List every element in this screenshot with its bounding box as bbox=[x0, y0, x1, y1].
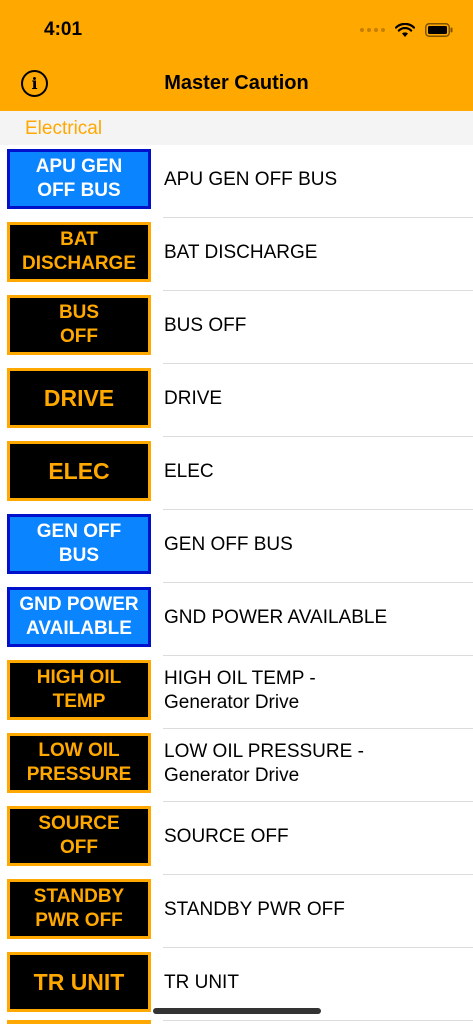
caution-label: BUS OFF bbox=[164, 315, 247, 336]
section-header: Electrical bbox=[0, 111, 473, 145]
caution-label: HIGH OIL TEMP - Generator Drive bbox=[164, 668, 316, 713]
caution-badge: LOW OIL PRESSURE bbox=[7, 733, 151, 793]
caution-badge: HIGH OIL TEMP bbox=[7, 660, 151, 720]
list-item[interactable]: GEN OFF BUS GEN OFF BUS bbox=[0, 510, 473, 583]
list-item[interactable]: HIGH OIL TEMP HIGH OIL TEMP - Generator … bbox=[0, 656, 473, 729]
section-title: Electrical bbox=[25, 118, 103, 139]
caution-badge: SOURCE OFF bbox=[7, 806, 151, 866]
caution-badge: GEN OFF BUS bbox=[7, 514, 151, 574]
caution-label: GEN OFF BUS bbox=[164, 534, 293, 555]
list-item[interactable]: STANDBY PWR OFF STANDBY PWR OFF bbox=[0, 875, 473, 948]
list-item[interactable]: SOURCE OFF SOURCE OFF bbox=[0, 802, 473, 875]
caution-badge: TR UNIT bbox=[7, 952, 151, 1012]
caution-label: GND POWER AVAILABLE bbox=[164, 607, 388, 628]
caution-badge: APU GEN OFF BUS bbox=[7, 149, 151, 209]
caution-label: BAT DISCHARGE bbox=[164, 242, 318, 263]
status-time: 4:01 bbox=[44, 19, 83, 40]
cellular-signal-icon bbox=[360, 28, 385, 32]
list-item[interactable]: DRIVE DRIVE bbox=[0, 364, 473, 437]
caution-badge: GND POWER AVAILABLE bbox=[7, 587, 151, 647]
caution-label: APU GEN OFF BUS bbox=[164, 169, 338, 190]
caution-badge: BUS OFF bbox=[7, 295, 151, 355]
caution-badge: DRIVE bbox=[7, 368, 151, 428]
caution-label: STANDBY PWR OFF bbox=[164, 899, 345, 920]
list-item[interactable]: BAT DISCHARGE BAT DISCHARGE bbox=[0, 218, 473, 291]
list-item[interactable]: GND POWER AVAILABLE GND POWER AVAILABLE bbox=[0, 583, 473, 656]
battery-icon bbox=[425, 23, 453, 37]
caution-label: DRIVE bbox=[164, 388, 223, 409]
page-title: Master Caution bbox=[164, 72, 309, 94]
list-item[interactable]: BUS OFF BUS OFF bbox=[0, 291, 473, 364]
caution-badge: BAT DISCHARGE bbox=[7, 222, 151, 282]
caution-badge: ELEC bbox=[7, 441, 151, 501]
caution-label: LOW OIL PRESSURE - Generator Drive bbox=[164, 741, 364, 786]
navigation-bar: 4:01 i Master Caution bbox=[0, 0, 473, 111]
wifi-icon bbox=[395, 22, 415, 37]
next-badge-peek bbox=[7, 1020, 151, 1024]
caution-badge: STANDBY PWR OFF bbox=[7, 879, 151, 939]
caution-label: SOURCE OFF bbox=[164, 826, 289, 847]
list-item[interactable]: APU GEN OFF BUS APU GEN OFF BUS bbox=[0, 145, 473, 218]
list-item[interactable]: LOW OIL PRESSURE LOW OIL PRESSURE - Gene… bbox=[0, 729, 473, 802]
status-icons bbox=[360, 20, 453, 40]
list-item[interactable]: ELEC ELEC bbox=[0, 437, 473, 510]
caution-list: APU GEN OFF BUS APU GEN OFF BUS BAT DISC… bbox=[0, 145, 473, 1021]
home-indicator[interactable] bbox=[153, 1008, 321, 1014]
caution-label: ELEC bbox=[164, 461, 214, 482]
